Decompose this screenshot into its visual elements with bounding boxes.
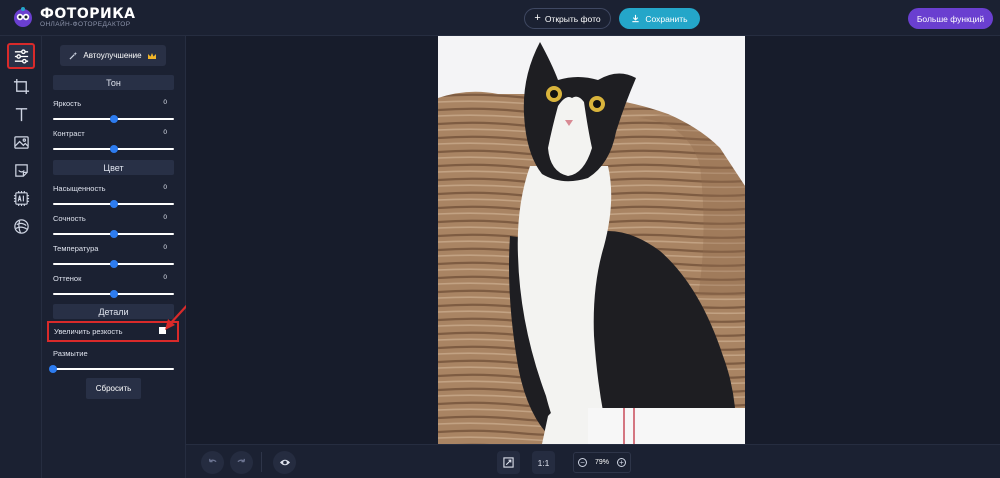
brightness-slider-thumb[interactable] [109,115,118,123]
redo-icon [237,458,245,463]
auto-enhance-button[interactable]: Автоулучшение [60,45,166,66]
saturation-label: Насыщенность [53,184,106,193]
zoom-in-icon[interactable]: + [616,458,626,467]
sharpen-label: Увеличить резкость [54,327,123,336]
saturation-value: 0 [163,184,167,191]
magic-wand-icon [69,51,78,60]
crown-icon [147,52,156,59]
tool-crop[interactable] [7,73,35,99]
saturation-slider[interactable] [53,200,174,208]
more-features-label: Больше функций [916,13,985,24]
tool-palette[interactable] [7,213,35,239]
ai-icon [13,190,29,206]
tint-value: 0 [163,274,167,281]
reset-button[interactable]: Сбросить [86,378,141,399]
preview-original-button[interactable] [273,451,296,474]
plus-icon: + [534,12,541,24]
tint-slider[interactable] [53,290,174,298]
temperature-label: Температура [53,244,99,253]
brand-title: ФОТОРИКА [40,6,136,22]
tool-adjust[interactable] [7,43,35,69]
temperature-slider-thumb[interactable] [109,260,118,268]
tool-rail [0,36,42,478]
logo-icon [14,7,32,27]
temperature-value: 0 [163,244,167,251]
fit-screen-icon [503,457,514,468]
contrast-value: 0 [163,129,167,136]
fit-screen-button[interactable] [497,451,520,474]
undo-icon [209,458,217,463]
open-photo-button[interactable]: + Открыть фото [524,8,611,29]
more-features-button[interactable]: Больше функций [908,8,993,29]
save-label: Сохранить [645,13,688,24]
contrast-slider[interactable] [53,145,174,153]
tint-slider-thumb[interactable] [109,290,118,298]
photo-cat[interactable] [438,36,745,444]
blur-slider-thumb[interactable] [49,365,57,373]
zoom-level: 79% [594,459,609,466]
bottom-toolbar: 1:1 − 79% + [186,444,1000,478]
vibrance-value: 0 [163,214,167,221]
section-color-header: Цвет [53,160,174,175]
tool-image[interactable] [7,129,35,155]
top-header: ФОТОРИКА ОНЛАЙН-ФОТОРЕДАКТОР + Открыть ф… [0,0,1000,36]
temperature-slider[interactable] [53,260,174,268]
vibrance-slider-thumb[interactable] [109,230,118,238]
section-tone-header: Тон [53,75,174,90]
actual-size-button[interactable]: 1:1 [532,451,555,474]
tool-text[interactable] [7,101,35,127]
eye-icon [279,459,290,466]
tint-label: Оттенок [53,274,82,283]
brand-subtitle: ОНЛАЙН-ФОТОРЕДАКТОР [40,21,131,28]
brightness-label: Яркость [53,99,82,108]
adjustments-panel: Автоулучшение Тон Яркость 0 Контраст 0 Ц… [42,36,186,478]
section-details-header: Детали [53,304,174,319]
brightness-value: 0 [163,99,167,106]
sticker-icon [14,163,28,177]
sliders-icon [14,48,28,64]
crop-icon [13,78,29,94]
vibrance-slider[interactable] [53,230,174,238]
editor-canvas [186,36,1000,444]
save-button[interactable]: Сохранить [619,8,700,29]
auto-enhance-label: Автоулучшение [83,51,142,60]
text-icon [15,107,27,121]
tool-sticker[interactable] [7,157,35,183]
contrast-label: Контраст [53,129,85,138]
vibrance-label: Сочность [53,214,86,223]
zoom-control: − 79% + [573,452,631,473]
download-icon [632,14,640,23]
tool-ai[interactable] [7,185,35,211]
zoom-out-icon[interactable]: − [578,458,587,467]
undo-button[interactable] [201,451,224,474]
image-icon [13,135,29,149]
redo-button[interactable] [230,451,253,474]
saturation-slider-thumb[interactable] [109,200,118,208]
blur-slider[interactable] [49,365,174,373]
toolbar-divider [261,452,262,472]
contrast-slider-thumb[interactable] [109,145,118,153]
open-photo-label: Открыть фото [544,13,601,24]
brightness-slider[interactable] [53,115,174,123]
palette-icon [13,218,29,234]
blur-label: Размытие [53,349,88,358]
